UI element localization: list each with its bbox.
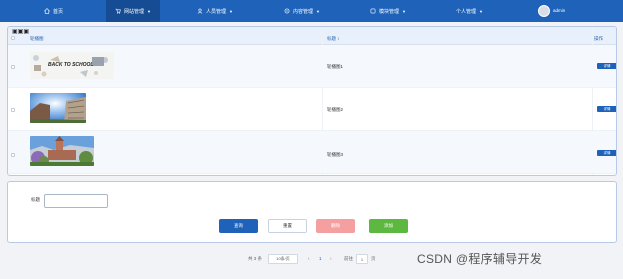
table-header: ▣▣▣ 轮播图 标题 ↕ 操作: [8, 27, 616, 45]
search-panel: 标题 查询 重置 删除 添加: [7, 181, 617, 243]
detail-button[interactable]: 详情: [597, 63, 616, 69]
goto-page-input[interactable]: 1: [356, 254, 368, 264]
column-header-image: 轮播图: [30, 36, 44, 41]
chevron-down-icon: ▼: [316, 8, 320, 14]
page-number[interactable]: 1: [319, 256, 322, 261]
module-icon: [370, 8, 376, 14]
nav-item-content[interactable]: 内容管理 ▼: [284, 0, 320, 22]
user-icon: [197, 8, 203, 14]
carousel-image: [30, 93, 86, 123]
detail-button[interactable]: 详情: [597, 150, 616, 156]
goto-suffix: 页: [371, 256, 376, 261]
detail-button[interactable]: 详情: [597, 106, 616, 112]
nav-item-site-management[interactable]: 网站管理 ▼: [106, 0, 160, 22]
next-page-button[interactable]: ›: [330, 256, 332, 261]
row-checkbox[interactable]: [11, 65, 15, 69]
select-all-checkbox[interactable]: [11, 36, 15, 40]
carousel-image: [30, 136, 94, 166]
nav-label: 内容管理: [293, 8, 314, 15]
table-row: 轮播图3 详情: [8, 131, 616, 174]
table-header-icon: ▣▣▣: [12, 29, 30, 35]
avatar[interactable]: [538, 5, 550, 17]
chevron-down-icon: ▼: [479, 8, 483, 14]
title-search-input[interactable]: [44, 194, 108, 208]
cart-icon: [115, 8, 121, 14]
delete-button[interactable]: 删除: [316, 219, 355, 233]
chevron-down-icon: ▼: [402, 8, 406, 14]
column-header-action: 操作: [594, 36, 603, 41]
nav-item-personnel[interactable]: 人员管理 ▼: [197, 0, 233, 22]
prev-page-button[interactable]: ‹: [308, 256, 310, 261]
table-row: 轮播图2 详情: [8, 88, 616, 131]
carousel-image: BACK TO SCHOOL: [30, 52, 114, 79]
nav-label: 模块管理: [379, 8, 400, 15]
watermark: CSDN @程序辅导开发: [417, 252, 543, 266]
content-icon: [284, 8, 290, 14]
page-size-select[interactable]: 10条/页: [268, 254, 298, 264]
nav-label: 个人管理: [456, 8, 477, 15]
nav-item-home[interactable]: 首页: [44, 0, 63, 22]
nav-label: 首页: [53, 8, 64, 15]
row-title: 轮播图1: [327, 64, 344, 69]
row-title: 轮播图3: [327, 152, 344, 157]
sort-icon[interactable]: ↕: [337, 36, 339, 41]
column-header-title[interactable]: 标题 ↕: [327, 36, 340, 42]
top-navigation: 首页 网站管理 ▼ 人员管理 ▼ 内容管理 ▼ 模块管理 ▼ 个人管理 ▼ ad…: [0, 0, 623, 22]
nav-label: 网站管理: [124, 8, 145, 15]
home-icon: [44, 8, 50, 14]
pagination-total: 共 3 条: [248, 256, 263, 261]
row-checkbox[interactable]: [11, 108, 15, 112]
nav-label: 人员管理: [206, 8, 227, 15]
query-button[interactable]: 查询: [219, 219, 258, 233]
nav-item-personal[interactable]: 个人管理 ▼: [456, 0, 483, 22]
chevron-down-icon: ▼: [147, 8, 151, 14]
username[interactable]: admin: [553, 8, 565, 13]
row-title: 轮播图2: [327, 107, 344, 112]
thumb-caption: BACK TO SCHOOL: [48, 62, 94, 68]
table-row: BACK TO SCHOOL 轮播图1 详情: [8, 45, 616, 88]
carousel-table: ▣▣▣ 轮播图 标题 ↕ 操作 BACK TO SCHOOL 轮播图1 详情 轮…: [7, 26, 617, 176]
title-label: 标题: [31, 197, 40, 202]
chevron-down-icon: ▼: [229, 8, 233, 14]
add-button[interactable]: 添加: [369, 219, 408, 233]
nav-item-modules[interactable]: 模块管理 ▼: [370, 0, 406, 22]
goto-label: 前往: [344, 256, 353, 261]
row-checkbox[interactable]: [11, 153, 15, 157]
reset-button[interactable]: 重置: [268, 219, 307, 233]
